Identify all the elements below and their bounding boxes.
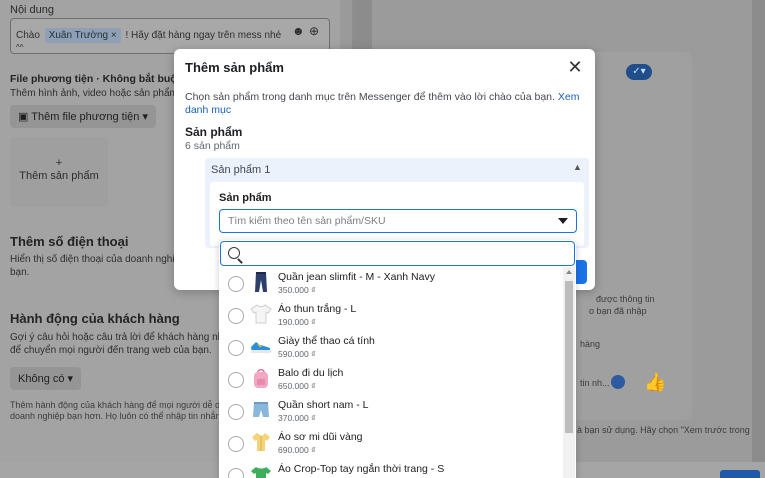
greeting-text: Chào Xuân Trường × ! Hãy đặt hàng ngay t… xyxy=(16,28,281,43)
preview-info-2: o bạn đã nhập xyxy=(589,306,647,316)
radio-button[interactable] xyxy=(228,372,244,388)
tag-close-icon[interactable]: × xyxy=(111,30,117,41)
description-text: Chọn sản phẩm trong danh mục trên Messen… xyxy=(185,91,555,103)
product-price: 190.000 ₫ xyxy=(278,317,316,327)
close-icon[interactable]: ✕ xyxy=(566,58,584,76)
scroll-up-icon[interactable] xyxy=(566,270,572,274)
preview-footer: à bạn sử dụng. Hãy chọn "Xem trước trong xyxy=(577,425,750,435)
name-tag-label: Xuân Trường xyxy=(48,30,109,41)
greeting-extra: ^^ xyxy=(16,43,24,52)
preview-input: tin nh... xyxy=(580,378,610,388)
add-product-label: Thêm sản phẩm xyxy=(19,170,99,182)
caret-down-icon xyxy=(558,218,568,224)
chevron-down-icon: ▾ xyxy=(67,373,74,385)
panel-body: Sản phẩm Tìm kiếm theo tên sản phẩm/SKU xyxy=(210,182,584,246)
action-desc-1: Gợi ý câu hỏi hoặc câu trả lời để khách … xyxy=(10,332,229,343)
croptop-icon xyxy=(251,467,271,478)
product-price: 590.000 ₫ xyxy=(278,349,316,359)
preview-bubble: hàng xyxy=(580,339,601,349)
like-icon: 👍 xyxy=(644,372,667,392)
modal-title: Thêm sản phẩm xyxy=(185,60,284,75)
product-option[interactable]: Balo đi du lịch 650.000 ₫ xyxy=(219,363,562,395)
shirt-icon xyxy=(252,433,270,451)
product-price: 690.000 ₫ xyxy=(278,445,316,455)
radio-button[interactable] xyxy=(228,340,244,356)
plus-icon: + xyxy=(55,157,63,169)
action-note-2: doanh nghiệp bạn hơn. Họ luôn có thể nhậ… xyxy=(10,411,234,421)
product-field-label: Sản phẩm xyxy=(219,192,272,204)
phone-title: Thêm số điện thoại xyxy=(10,234,129,249)
dropdown-search[interactable] xyxy=(220,241,575,266)
action-desc-2: để chuyển mọi người đến trang web của bạ… xyxy=(10,345,212,356)
confirm-button[interactable] xyxy=(575,260,587,284)
action-select-value: Không có xyxy=(18,373,65,385)
media-icon: ▣ xyxy=(18,111,29,123)
phone-desc-1: Hiển thị số điện thoại của doanh nghi xyxy=(10,254,175,265)
product-name: Quần jean slimfit - M - Xanh Navy xyxy=(278,271,435,283)
shorts-icon xyxy=(253,402,269,417)
product-price: 650.000 ₫ xyxy=(278,381,316,391)
media-label: File phương tiện · Không bắt buộc xyxy=(10,73,183,85)
chevron-up-icon[interactable]: ▲ xyxy=(573,162,582,172)
preview-info-1: được thông tin xyxy=(596,294,655,304)
radio-button[interactable] xyxy=(228,468,244,478)
search-input[interactable] xyxy=(247,245,567,262)
panel-header[interactable]: Sản phẩm 1 xyxy=(211,164,270,176)
radio-button[interactable] xyxy=(228,276,244,292)
radio-button[interactable] xyxy=(228,436,244,452)
product-option[interactable]: Áo Crop-Top tay ngắn thời trang - S xyxy=(219,459,562,478)
product-name: Áo sơ mi dũi vàng xyxy=(278,431,363,443)
product-price: 350.000 ₫ xyxy=(278,285,316,295)
product-option[interactable]: Giày thể thao cá tính 590.000 ₫ xyxy=(219,331,562,363)
greeting-prefix: Chào xyxy=(16,30,40,41)
dropdown-scrollbar[interactable] xyxy=(563,267,575,478)
action-select[interactable]: Không có ▾ xyxy=(10,367,82,390)
product-dropdown: Quần jean slimfit - M - Xanh Navy 350.00… xyxy=(219,240,576,478)
phone-desc-2: bạn. xyxy=(10,267,30,278)
action-title: Hành động của khách hàng xyxy=(10,311,180,326)
save-button[interactable] xyxy=(720,470,760,478)
scroll-thumb[interactable] xyxy=(565,281,573,433)
chevron-down-icon: ▾ xyxy=(142,111,148,123)
product-name: Balo đi du lịch xyxy=(278,367,344,379)
product-panel: Sản phẩm 1 ▲ Sản phẩm Tìm kiếm theo tên … xyxy=(205,158,589,248)
preview-toggle[interactable]: ✓▾ xyxy=(626,64,652,80)
product-name: Áo thun trắng - L xyxy=(278,303,357,315)
products-count: 6 sản phẩm xyxy=(185,140,240,152)
product-option[interactable]: Áo sơ mi dũi vàng 690.000 ₫ xyxy=(219,427,562,459)
media-desc: Thêm hình ảnh, video hoặc sản phẩm xyxy=(10,88,178,99)
preview-emoji-icon xyxy=(611,375,625,389)
view-catalog-link-cont[interactable]: mục xyxy=(211,104,231,116)
product-select-placeholder: Tìm kiếm theo tên sản phẩm/SKU xyxy=(228,215,386,227)
modal-description: Chọn sản phẩm trong danh mục trên Messen… xyxy=(185,91,583,117)
name-tag[interactable]: Xuân Trường × xyxy=(44,28,121,43)
add-product-box[interactable]: + Thêm sản phẩm xyxy=(10,137,108,207)
radio-button[interactable] xyxy=(228,308,244,324)
add-media-button[interactable]: ▣ Thêm file phương tiện ▾ xyxy=(10,105,156,128)
product-option[interactable]: Quần short nam - L 370.000 ₫ xyxy=(219,395,562,427)
radio-button[interactable] xyxy=(228,404,244,420)
sneaker-icon xyxy=(251,342,271,353)
search-icon xyxy=(228,247,240,259)
backpack-icon xyxy=(254,369,268,388)
product-select[interactable]: Tìm kiếm theo tên sản phẩm/SKU xyxy=(219,209,577,233)
jeans-icon xyxy=(255,272,267,292)
tshirt-icon xyxy=(250,304,272,324)
emoji-icon[interactable]: ☻ xyxy=(292,25,305,38)
personalize-icon[interactable]: ⊕ xyxy=(309,25,319,38)
content-label: Nội dung xyxy=(10,4,55,16)
product-option[interactable]: Áo thun trắng - L 190.000 ₫ xyxy=(219,299,562,331)
add-media-label: Thêm file phương tiện xyxy=(31,111,140,123)
product-name: Quần short nam - L xyxy=(278,399,369,411)
products-section-title: Sản phẩm xyxy=(185,125,243,139)
product-name: Áo Crop-Top tay ngắn thời trang - S xyxy=(278,463,445,475)
greeting-suffix: ! Hãy đặt hàng ngay trên mess nhé xyxy=(125,30,282,41)
product-option[interactable]: Quần jean slimfit - M - Xanh Navy 350.00… xyxy=(219,267,562,299)
product-name: Giày thể thao cá tính xyxy=(278,335,375,347)
product-price: 370.000 ₫ xyxy=(278,413,316,423)
